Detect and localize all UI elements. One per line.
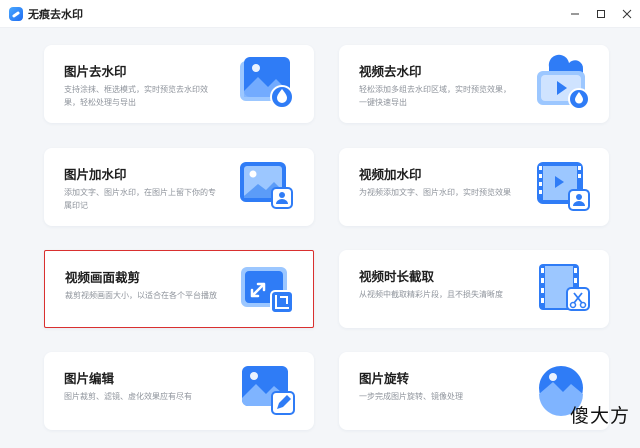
card-video-add-watermark[interactable]: 视频加水印 为视频添加文字、图片水印，实时预览效果 (339, 148, 609, 226)
video-crop-icon (241, 267, 294, 314)
card-image-add-watermark[interactable]: 图片加水印 添加文字、图片水印，在图片上留下你的专属印记 (44, 148, 314, 226)
window-controls (562, 0, 640, 28)
card-description: 裁剪视频画面大小，以适合在各个平台播放 (65, 291, 217, 300)
video-add-watermark-icon (537, 162, 590, 211)
card-title: 视频去水印 (359, 64, 422, 79)
card-title: 图片去水印 (64, 64, 127, 79)
card-title: 图片加水印 (64, 167, 127, 182)
card-description: 为视频添加文字、图片水印，实时预览效果 (359, 188, 511, 197)
card-video-trim[interactable]: 视频时长截取 从视频中截取精彩片段，且不损失清晰度 (339, 250, 609, 328)
card-image-remove-watermark[interactable]: 图片去水印 支持涂抹、框选模式，实时预览去水印效果，轻松处理与导出 (44, 45, 314, 123)
card-title: 图片旋转 (359, 371, 410, 386)
card-description: 图片裁剪、滤镜、虚化效果应有尽有 (64, 392, 192, 401)
watermark-text: 傻大方 (569, 405, 630, 427)
card-image-rotate[interactable]: 图片旋转 一步完成图片旋转、镜像处理 (339, 352, 609, 430)
image-add-watermark-icon (240, 162, 293, 209)
card-description: 轻松添加多组去水印区域，实时预览效果，一键快速导出 (359, 85, 511, 107)
title-bar: 无痕去水印 (0, 0, 640, 28)
image-remove-watermark-icon (240, 57, 294, 109)
close-button[interactable] (614, 0, 640, 28)
card-description: 一步完成图片旋转、镜像处理 (359, 392, 463, 401)
card-video-crop[interactable]: 视频画面裁剪 裁剪视频画面大小，以适合在各个平台播放 (44, 250, 314, 328)
card-title: 视频画面裁剪 (65, 270, 141, 285)
card-description: 支持涂抹、框选模式，实时预览去水印效果，轻松处理与导出 (64, 85, 208, 107)
video-remove-watermark-icon (537, 54, 590, 110)
card-title: 视频加水印 (359, 167, 422, 182)
maximize-button[interactable] (588, 0, 614, 28)
maximize-icon (597, 10, 605, 18)
card-title: 图片编辑 (64, 371, 115, 386)
minimize-button[interactable] (562, 0, 588, 28)
card-description: 添加文字、图片水印，在图片上留下你的专属印记 (64, 188, 216, 210)
close-icon (622, 9, 632, 19)
card-description: 从视频中截取精彩片段，且不损失清晰度 (359, 290, 503, 299)
card-title: 视频时长截取 (359, 269, 435, 284)
minimize-icon (571, 13, 579, 15)
video-trim-icon (539, 264, 590, 311)
card-image-edit[interactable]: 图片编辑 图片裁剪、滤镜、虚化效果应有尽有 (44, 352, 314, 430)
app-logo-icon (9, 6, 23, 21)
image-edit-icon (242, 366, 295, 415)
app-title: 无痕去水印 (28, 7, 83, 21)
card-video-remove-watermark[interactable]: 视频去水印 轻松添加多组去水印区域，实时预览效果，一键快速导出 (339, 45, 609, 123)
